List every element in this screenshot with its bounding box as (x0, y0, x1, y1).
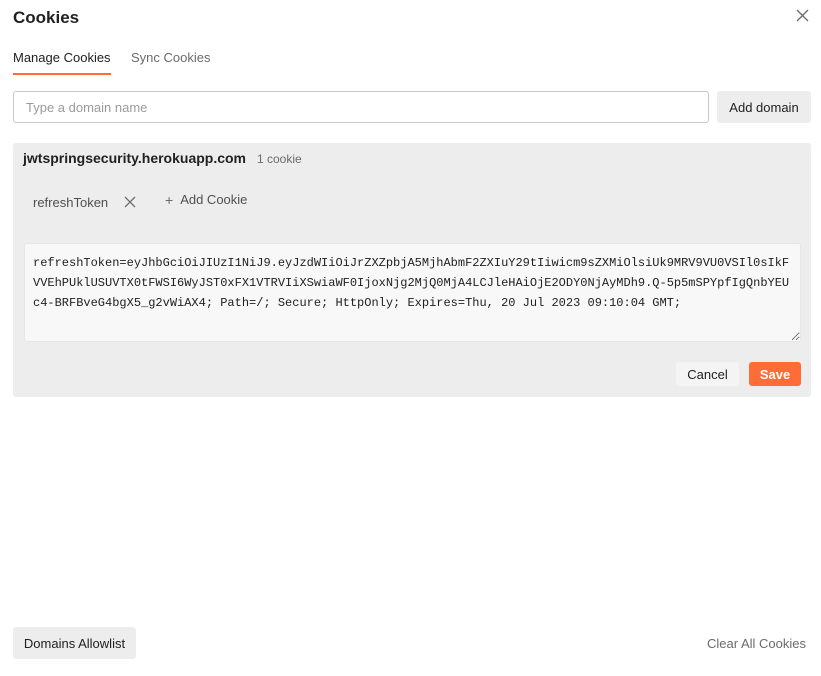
modal-title: Cookies (13, 8, 80, 27)
domains-allowlist-button[interactable]: Domains Allowlist (13, 627, 136, 659)
tab-sync-cookies[interactable]: Sync Cookies (131, 50, 210, 73)
add-cookie-button[interactable]: + Add Cookie (165, 192, 247, 207)
close-icon[interactable] (792, 6, 812, 26)
remove-cookie-close-icon[interactable] (122, 194, 138, 210)
clear-all-cookies-button[interactable]: Clear All Cookies (707, 636, 806, 651)
plus-icon: + (165, 191, 174, 208)
cookie-chip[interactable]: refreshToken (23, 187, 138, 217)
cookie-editor[interactable] (24, 243, 801, 342)
cookie-count: 1 cookie (257, 152, 302, 166)
cookie-chip-label: refreshToken (33, 194, 109, 210)
add-cookie-label: Add Cookie (180, 192, 248, 207)
domain-panel: jwtspringsecurity.herokuapp.com 1 cookie… (13, 143, 811, 397)
tab-manage-cookies[interactable]: Manage Cookies (13, 50, 111, 75)
domain-name: jwtspringsecurity.herokuapp.com (23, 150, 247, 166)
save-button[interactable]: Save (749, 362, 801, 386)
add-domain-button[interactable]: Add domain (717, 91, 811, 123)
domain-name-input[interactable] (13, 91, 709, 123)
cancel-button[interactable]: Cancel (676, 362, 739, 386)
